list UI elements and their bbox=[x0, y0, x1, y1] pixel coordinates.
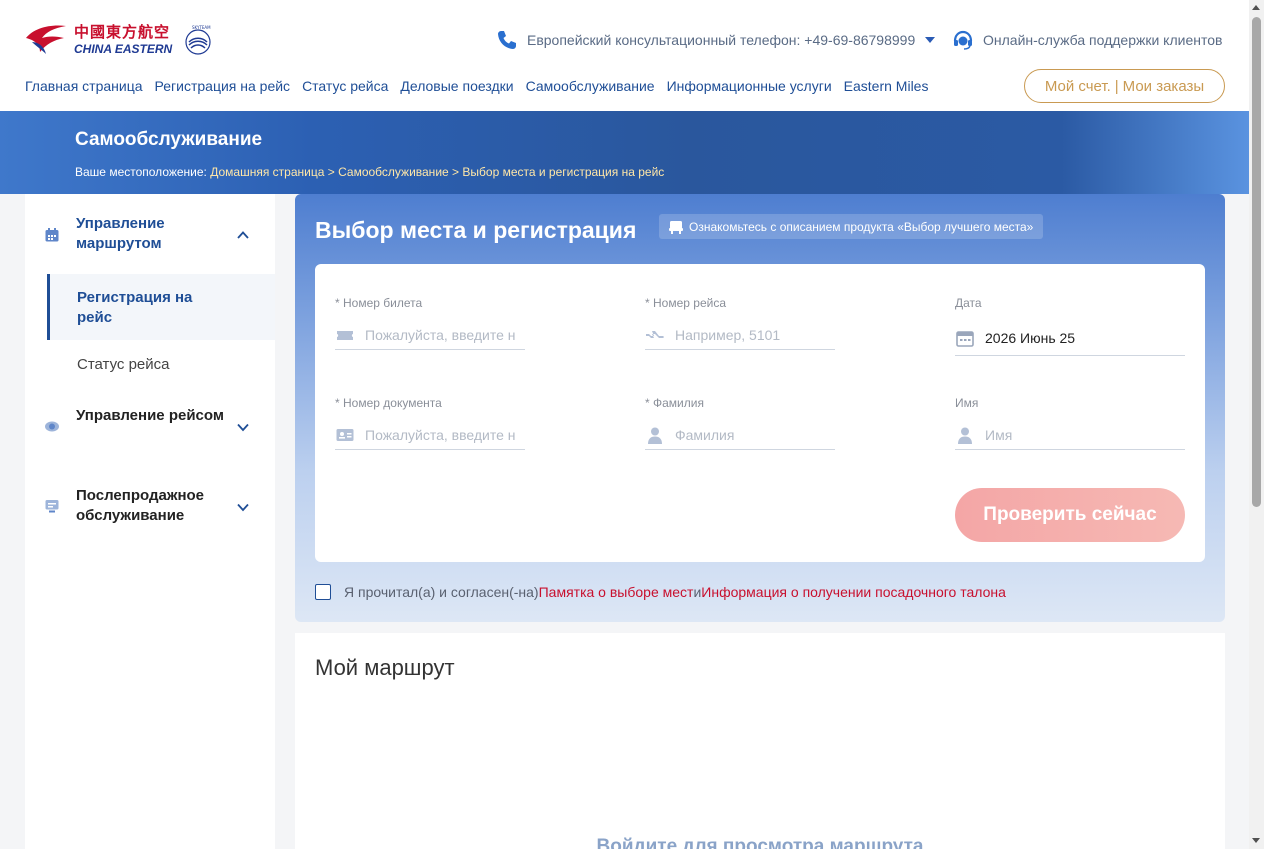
account-separator: | bbox=[1114, 77, 1119, 95]
flight-number-field: * Номер рейса bbox=[645, 296, 835, 350]
nav-business-travel[interactable]: Деловые поездки bbox=[400, 78, 513, 94]
product-description-link[interactable]: Ознакомьтесь с описанием продукта «Выбор… bbox=[659, 214, 1044, 239]
nav-info-services[interactable]: Информационные услуги bbox=[667, 78, 832, 94]
surname-input[interactable] bbox=[675, 426, 825, 443]
itinerary-login-prompt[interactable]: Войдите для просмотра маршрута bbox=[295, 836, 1225, 849]
product-link-text: Ознакомьтесь с описанием продукта «Выбор… bbox=[689, 219, 1034, 234]
phone-text: Европейский консультационный телефон: +4… bbox=[527, 32, 916, 48]
flight-number-input[interactable] bbox=[675, 326, 825, 343]
document-number-input[interactable] bbox=[365, 426, 515, 443]
airplane-icon bbox=[646, 330, 664, 338]
ticket-number-label: * Номер билета bbox=[335, 296, 423, 310]
chevron-down-icon[interactable] bbox=[925, 37, 936, 43]
headset-icon bbox=[953, 30, 973, 50]
id-card-icon bbox=[336, 428, 354, 441]
nav-self-service[interactable]: Самообслуживание bbox=[526, 78, 655, 94]
phone-icon bbox=[498, 31, 516, 49]
chevron-up-icon[interactable] bbox=[236, 228, 250, 242]
ticket-number-field: * Номер билета bbox=[335, 296, 525, 350]
surname-field: * Фамилия bbox=[645, 396, 835, 450]
page-title: Самообслуживание bbox=[75, 129, 263, 150]
date-picker[interactable]: 2026 Июнь 25 bbox=[955, 320, 1185, 356]
phone-contact[interactable]: Европейский консультационный телефон: +4… bbox=[496, 29, 936, 51]
check-in-form: * Номер билета * Номер рейса Дата bbox=[315, 264, 1205, 562]
page-banner: Самообслуживание Ваше местоположение: До… bbox=[0, 111, 1249, 194]
ticket-number-input[interactable] bbox=[365, 326, 515, 343]
sidebar-item-flight-status[interactable]: Статус рейса bbox=[77, 356, 170, 373]
sidebar: Управление маршрутом Регистрация на рейс… bbox=[25, 194, 275, 849]
breadcrumb-current: Выбор места и регистрация на рейс bbox=[462, 165, 665, 179]
document-number-label: * Номер документа bbox=[335, 396, 442, 410]
skyteam-logo-icon: SKYTEAM bbox=[185, 25, 211, 55]
flight-management-icon bbox=[45, 421, 59, 432]
sidebar-item-label: Регистрация на рейс bbox=[77, 289, 193, 326]
site-header: 中國東方航空 CHINA EASTERN SKYTEAM Европейский… bbox=[0, 0, 1249, 111]
agreement-conj: и bbox=[693, 584, 702, 600]
sidebar-group-itinerary[interactable]: Управление маршрутом bbox=[25, 214, 275, 256]
account-orders-button[interactable]: Мой счет. | Мои заказы bbox=[1024, 69, 1225, 103]
first-name-field: Имя bbox=[955, 396, 1185, 450]
swallow-logo-icon bbox=[26, 25, 66, 54]
sidebar-item-check-in[interactable]: Регистрация на рейс bbox=[47, 274, 275, 340]
person-icon bbox=[958, 427, 972, 444]
breadcrumb-self-service[interactable]: Самообслуживание bbox=[338, 165, 449, 179]
agreement-row: Я прочитал(а) и согласен(-на) Памятка о … bbox=[315, 584, 1006, 600]
scroll-up-arrow-icon[interactable] bbox=[1252, 5, 1260, 10]
brand-name-en: CHINA EASTERN bbox=[74, 42, 173, 56]
calendar-icon bbox=[45, 228, 59, 242]
sidebar-group-label: Управление маршрутом bbox=[76, 215, 165, 252]
panel-title: Выбор места и регистрация bbox=[315, 217, 637, 243]
nav-flight-status[interactable]: Статус рейса bbox=[302, 78, 388, 94]
nav-eastern-miles[interactable]: Eastern Miles bbox=[844, 78, 929, 94]
check-now-button[interactable]: Проверить сейчас bbox=[955, 488, 1185, 542]
document-number-field: * Номер документа bbox=[335, 396, 525, 450]
calendar-icon bbox=[956, 330, 974, 347]
breadcrumb-home[interactable]: Домашняя страница bbox=[210, 165, 324, 179]
ticket-icon bbox=[337, 330, 353, 340]
seat-selection-memo-link[interactable]: Памятка о выборе мест bbox=[539, 584, 694, 600]
main-nav: Главная страница Регистрация на рейс Ста… bbox=[25, 78, 940, 94]
agreement-prefix: Я прочитал(а) и согласен(-на) bbox=[344, 584, 539, 600]
brand-name-cn: 中國東方航空 bbox=[74, 23, 171, 41]
my-orders-link[interactable]: Мои заказы bbox=[1123, 78, 1205, 95]
skyteam-text: SKYTEAM bbox=[192, 25, 211, 30]
nav-home[interactable]: Главная страница bbox=[25, 78, 143, 94]
scrollbar-thumb[interactable] bbox=[1252, 17, 1261, 507]
my-account-link[interactable]: Мой счет. bbox=[1045, 78, 1111, 95]
breadcrumb-separator: > bbox=[324, 165, 339, 179]
chevron-down-icon[interactable] bbox=[236, 420, 250, 434]
chevron-down-icon[interactable] bbox=[236, 500, 250, 514]
person-icon bbox=[648, 427, 662, 444]
date-value: 2026 Июнь 25 bbox=[985, 329, 1076, 346]
service-desk-icon bbox=[45, 500, 59, 513]
flight-number-label: * Номер рейса bbox=[645, 296, 726, 310]
online-support[interactable]: Онлайн-служба поддержки клиентов bbox=[952, 29, 1222, 51]
seat-icon bbox=[669, 220, 683, 234]
breadcrumb-label: Ваше местоположение: bbox=[75, 165, 211, 179]
china-eastern-logo[interactable]: 中國東方航空 CHINA EASTERN SKYTEAM bbox=[24, 22, 214, 58]
agreement-checkbox[interactable] bbox=[315, 584, 331, 600]
my-itinerary-section: Мой маршрут Войдите для просмотра маршру… bbox=[295, 633, 1225, 849]
date-field: Дата 2026 Июнь 25 bbox=[955, 296, 1185, 356]
sidebar-group-after-sales[interactable]: Послепродажное обслуживание bbox=[25, 486, 275, 528]
nav-check-in[interactable]: Регистрация на рейс bbox=[155, 78, 291, 94]
boarding-pass-info-link[interactable]: Информация о получении посадочного талон… bbox=[701, 584, 1006, 600]
first-name-input[interactable] bbox=[985, 426, 1135, 443]
date-label: Дата bbox=[955, 296, 982, 310]
breadcrumb-separator: > bbox=[448, 165, 463, 179]
support-text: Онлайн-служба поддержки клиентов bbox=[983, 32, 1223, 48]
page-scrollbar[interactable] bbox=[1249, 0, 1264, 849]
check-in-panel: Выбор места и регистрация Ознакомьтесь с… bbox=[295, 194, 1225, 622]
sidebar-group-label: Послепродажное обслуживание bbox=[76, 487, 205, 524]
sidebar-group-flight[interactable]: Управление рейсом bbox=[25, 406, 275, 448]
first-name-label: Имя bbox=[955, 396, 979, 410]
scroll-down-arrow-icon[interactable] bbox=[1252, 838, 1260, 843]
breadcrumb: Ваше местоположение: Домашняя страница >… bbox=[75, 165, 664, 179]
itinerary-title: Мой маршрут bbox=[315, 655, 455, 680]
sidebar-group-label: Управление рейсом bbox=[76, 407, 224, 424]
surname-label: * Фамилия bbox=[645, 396, 704, 410]
